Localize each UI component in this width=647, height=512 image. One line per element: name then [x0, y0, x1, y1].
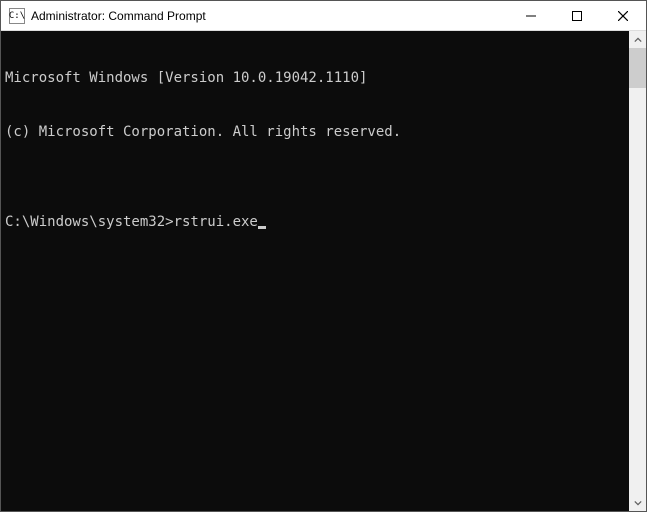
minimize-button[interactable]	[508, 1, 554, 30]
console-output[interactable]: Microsoft Windows [Version 10.0.19042.11…	[1, 31, 629, 511]
close-button[interactable]	[600, 1, 646, 30]
maximize-button[interactable]	[554, 1, 600, 30]
scroll-thumb[interactable]	[629, 48, 646, 88]
console-line-version: Microsoft Windows [Version 10.0.19042.11…	[5, 69, 625, 87]
console-command: rstrui.exe	[174, 213, 258, 231]
cursor-icon	[258, 226, 266, 229]
app-icon: C:\	[9, 8, 25, 24]
console-prompt-line: C:\Windows\system32>rstrui.exe	[5, 213, 625, 231]
vertical-scrollbar[interactable]	[629, 31, 646, 511]
scroll-down-button[interactable]	[629, 494, 646, 511]
window-title: Administrator: Command Prompt	[31, 9, 206, 23]
window-controls	[508, 1, 646, 30]
client-area: Microsoft Windows [Version 10.0.19042.11…	[1, 31, 646, 511]
titlebar[interactable]: C:\ Administrator: Command Prompt	[1, 1, 646, 31]
scroll-up-button[interactable]	[629, 31, 646, 48]
console-line-copyright: (c) Microsoft Corporation. All rights re…	[5, 123, 625, 141]
console-prompt: C:\Windows\system32>	[5, 213, 174, 231]
command-prompt-window: C:\ Administrator: Command Prompt Micros…	[0, 0, 647, 512]
